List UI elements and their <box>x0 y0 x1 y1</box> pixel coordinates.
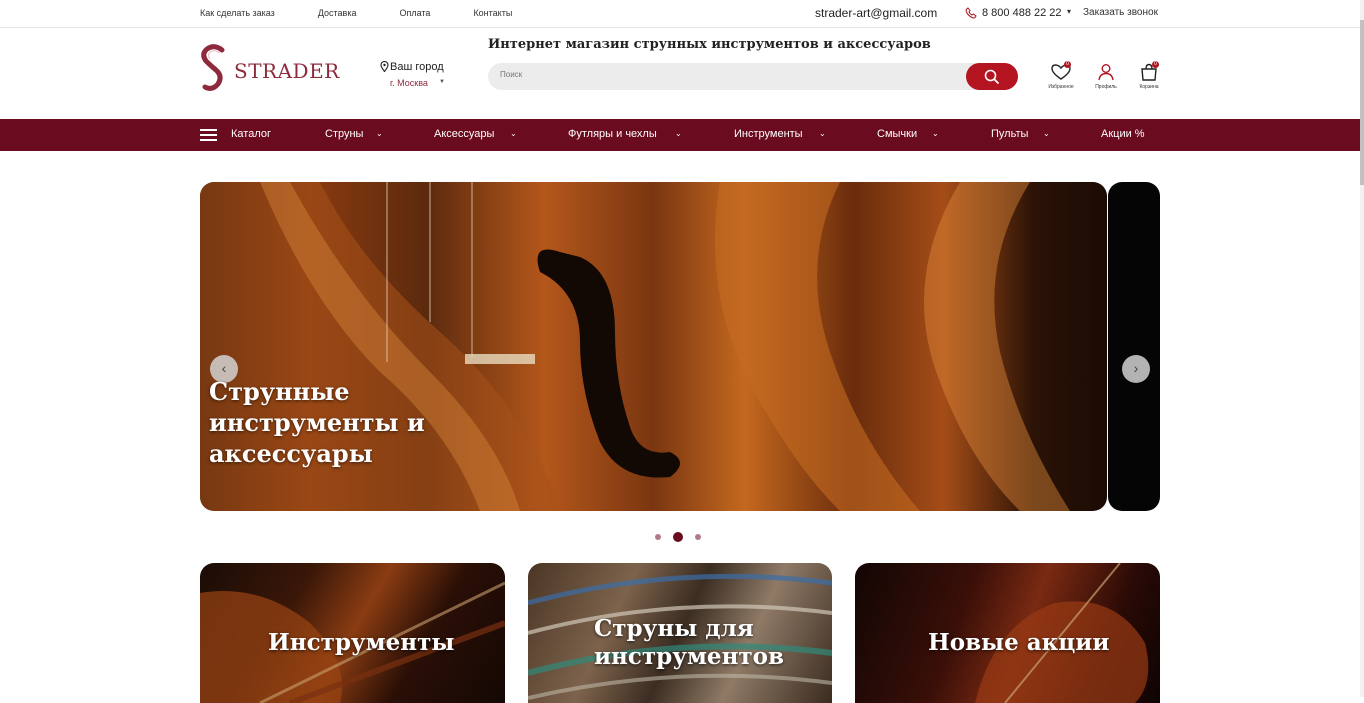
phone-dropdown-icon[interactable]: ▾ <box>1067 7 1071 16</box>
favorites-count-badge: 0 <box>1064 61 1071 68</box>
chevron-down-icon[interactable]: ⌄ <box>1043 129 1050 138</box>
favorites-label: Избранное <box>1048 84 1074 90</box>
slide-dot-1[interactable] <box>655 534 661 540</box>
search-bar <box>488 63 1018 90</box>
slider-pagination <box>655 532 713 542</box>
scrollbar-thumb[interactable] <box>1360 20 1364 185</box>
search-button[interactable] <box>966 63 1018 90</box>
chevron-down-icon[interactable]: ⌄ <box>510 129 517 138</box>
nav-item-stands[interactable]: Пульты <box>991 128 1028 140</box>
cart-label: Корзина <box>1139 84 1159 90</box>
slide-dot-2[interactable] <box>673 532 683 542</box>
link-how-to-order[interactable]: Как сделать заказ <box>200 8 275 18</box>
hero-title: Струнные инструменты и аксессуары <box>209 377 425 468</box>
nav-item-bows[interactable]: Смычки <box>877 128 917 140</box>
favorites-button[interactable]: 0 Избранное <box>1048 61 1074 90</box>
site-tagline: Интернет магазин струнных инструментов и… <box>488 37 931 52</box>
category-card-strings[interactable]: Струны для инструментов <box>528 563 832 703</box>
link-payment[interactable]: Оплата <box>399 8 430 18</box>
cart-button[interactable]: 0 Корзина <box>1136 61 1162 90</box>
user-icon <box>1098 64 1114 81</box>
phone-number[interactable]: 8 800 488 22 22 <box>982 7 1062 19</box>
card-title: Новые акции <box>928 629 1110 656</box>
nav-item-instruments[interactable]: Инструменты <box>734 128 803 140</box>
chevron-down-icon[interactable]: ⌄ <box>376 129 383 138</box>
page-scrollbar[interactable] <box>1360 0 1364 697</box>
logo-text[interactable]: STRADER <box>234 59 340 83</box>
link-delivery[interactable]: Доставка <box>318 8 357 18</box>
search-input[interactable] <box>498 69 952 80</box>
city-title: Ваш город <box>390 61 444 73</box>
top-links: Как сделать заказ Доставка Оплата Контак… <box>200 8 555 18</box>
slide-dot-3[interactable] <box>695 534 701 540</box>
main-nav: Каталог Струны ⌄ Аксессуары ⌄ Футляры и … <box>0 119 1362 151</box>
callback-link[interactable]: Заказать звонок <box>1083 7 1158 18</box>
card-title: Струны для инструментов <box>594 615 784 670</box>
profile-button[interactable]: Профиль <box>1093 63 1119 90</box>
hamburger-menu-icon[interactable] <box>200 129 217 141</box>
nav-item-accessories[interactable]: Аксессуары <box>434 128 494 140</box>
location-pin-icon <box>380 61 389 72</box>
card-title: Инструменты <box>268 629 455 656</box>
top-bar: Как сделать заказ Доставка Оплата Контак… <box>0 0 1364 28</box>
city-selector[interactable]: г. Москва <box>390 78 428 88</box>
next-slide-preview[interactable] <box>1108 182 1160 511</box>
search-icon <box>984 69 1000 85</box>
nav-item-sales[interactable]: Акции % <box>1101 128 1145 140</box>
city-dropdown-icon[interactable]: ▼ <box>439 79 445 85</box>
nav-catalog[interactable]: Каталог <box>231 128 271 140</box>
category-card-instruments[interactable]: Инструменты <box>200 563 505 703</box>
chevron-down-icon[interactable]: ⌄ <box>819 129 826 138</box>
link-contacts[interactable]: Контакты <box>473 8 512 18</box>
strader-logo-icon[interactable] <box>200 44 228 92</box>
nav-item-cases[interactable]: Футляры и чехлы <box>568 128 657 140</box>
profile-label: Профиль <box>1095 84 1117 90</box>
nav-item-strings[interactable]: Струны <box>325 128 363 140</box>
chevron-down-icon[interactable]: ⌄ <box>675 129 682 138</box>
phone-icon <box>965 7 977 19</box>
category-card-sales[interactable]: Новые акции <box>855 563 1160 703</box>
chevron-down-icon[interactable]: ⌄ <box>932 129 939 138</box>
contact-email[interactable]: strader-art@gmail.com <box>815 6 937 20</box>
next-slide-button[interactable]: › <box>1122 355 1150 383</box>
cart-count-badge: 0 <box>1152 61 1159 68</box>
